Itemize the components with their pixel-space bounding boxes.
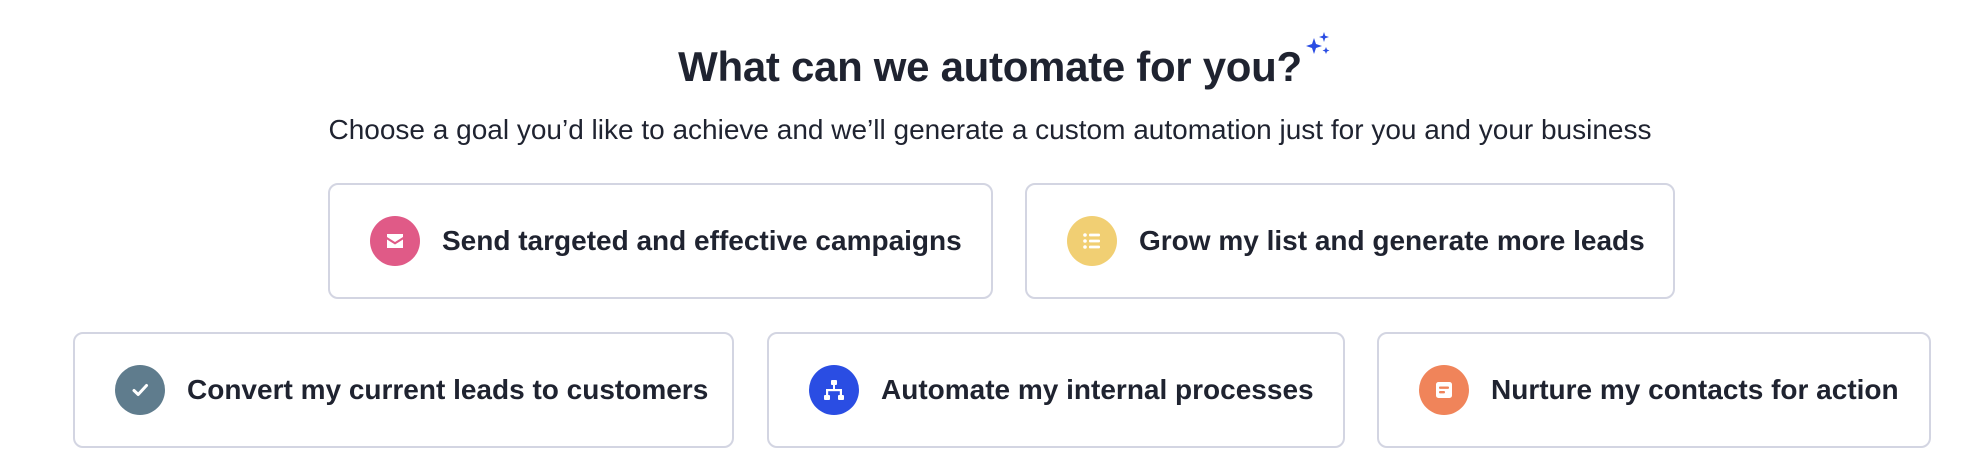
goal-card-send-campaigns[interactable]: Send targeted and effective campaigns <box>328 183 993 299</box>
goal-label: Grow my list and generate more leads <box>1139 225 1645 256</box>
page-subtitle: Choose a goal you’d like to achieve and … <box>328 114 1652 145</box>
list-icon <box>1067 216 1117 266</box>
goal-card-grow-list[interactable]: Grow my list and generate more leads <box>1025 183 1675 299</box>
page-title-text: What can we automate for you? <box>678 43 1302 90</box>
goal-card-nurture-contacts[interactable]: Nurture my contacts for action <box>1377 332 1931 448</box>
workflow-icon <box>809 365 859 415</box>
sparkle-icon <box>1305 32 1330 54</box>
page-title: What can we automate for you? <box>678 30 1330 104</box>
goal-label: Send targeted and effective campaigns <box>442 225 962 256</box>
goal-card-automate-processes[interactable]: Automate my internal processes <box>767 332 1345 448</box>
form-icon <box>1419 365 1469 415</box>
goal-card-convert-leads[interactable]: Convert my current leads to customers <box>73 332 734 448</box>
goal-label: Automate my internal processes <box>881 374 1314 405</box>
goal-label: Nurture my contacts for action <box>1491 374 1899 405</box>
goal-label: Convert my current leads to customers <box>187 374 709 405</box>
title-row: What can we automate for you? <box>0 30 1980 104</box>
envelope-icon <box>370 216 420 266</box>
check-icon <box>115 365 165 415</box>
automation-goal-picker: What can we automate for you? Choose a g… <box>0 0 1980 460</box>
